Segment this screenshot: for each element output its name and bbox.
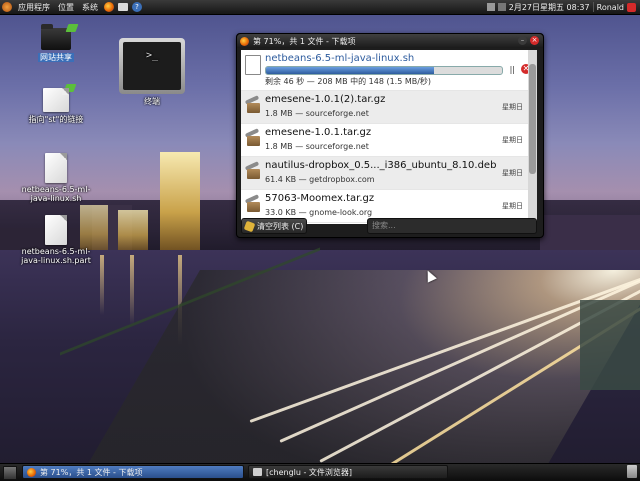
clear-list-label: 清空列表 (C) xyxy=(257,221,304,231)
separator xyxy=(592,2,594,12)
top-panel: 应用程序 位置 系统 ? 2月27日星期五 08:37 Ronald xyxy=(0,0,640,15)
light-reflection xyxy=(100,255,104,315)
tower-building xyxy=(160,152,200,252)
trash-icon[interactable] xyxy=(627,465,637,478)
download-date: 星期日 xyxy=(502,202,523,210)
download-date: 星期日 xyxy=(502,169,523,177)
show-desktop-button[interactable] xyxy=(3,466,17,480)
downloads-search-input[interactable]: 搜索... xyxy=(367,218,537,234)
download-meta: 61.4 KB — getdropbox.com xyxy=(265,175,375,184)
download-status: 剩余 46 秒 — 208 MB 中的 148 (1.5 MB/秒) xyxy=(265,77,432,86)
desktop-icon-terminal[interactable]: >_ 终端 xyxy=(112,38,192,107)
download-meta: 33.0 KB — gnome-look.org xyxy=(265,208,373,217)
download-item[interactable]: emesene-1.0.1.tar.gz 1.8 MB — sourceforg… xyxy=(241,124,537,157)
desktop-icon-netbeans-sh[interactable]: netbeans-6.5-ml-java-linux.sh xyxy=(16,153,96,203)
desktop-icon-st-link[interactable]: 指向"st"的链接 xyxy=(16,84,96,125)
desktop-icon-label: 网站共享 xyxy=(38,53,74,62)
window-title: 第 71%，共 1 文件 - 下载项 xyxy=(253,36,356,46)
scrollbar-thumb[interactable] xyxy=(529,64,536,174)
check-icon xyxy=(63,84,77,92)
download-name: netbeans-6.5-ml-java-linux.sh xyxy=(265,53,415,64)
download-name: emesene-1.0.1.tar.gz xyxy=(265,127,372,138)
ubuntu-logo-icon[interactable] xyxy=(2,2,12,12)
downloads-scrollbar[interactable] xyxy=(528,50,537,224)
package-icon xyxy=(244,95,261,114)
mail-icon[interactable] xyxy=(118,3,128,11)
user-name[interactable]: Ronald xyxy=(597,3,624,12)
download-date: 星期日 xyxy=(502,103,523,111)
firefox-icon xyxy=(27,467,36,477)
pier xyxy=(580,300,640,390)
package-icon xyxy=(244,194,261,213)
menu-applications[interactable]: 应用程序 xyxy=(14,2,54,13)
file-icon xyxy=(45,215,67,245)
network-icon[interactable] xyxy=(486,3,495,11)
progress-fill xyxy=(266,67,434,74)
download-item[interactable]: emesene-1.0.1(2).tar.gz 1.8 MB — sourcef… xyxy=(241,91,537,124)
desktop-icon-label: 终端 xyxy=(144,97,160,106)
download-name: emesene-1.0.1(2).tar.gz xyxy=(265,94,386,105)
help-icon[interactable]: ? xyxy=(132,2,142,12)
file-icon xyxy=(43,84,77,112)
close-button[interactable]: × xyxy=(530,36,539,45)
desktop-icon-label: netbeans-6.5-ml-java-linux.sh xyxy=(21,185,91,203)
download-name: nautilus-dropbox_0.5..._i386_ubuntu_8.10… xyxy=(265,160,497,171)
task-label: 第 71%，共 1 文件 - 下载项 xyxy=(40,467,143,477)
download-item-active[interactable]: netbeans-6.5-ml-java-linux.sh || ✕ 剩余 46… xyxy=(241,50,537,91)
downloads-list[interactable]: netbeans-6.5-ml-java-linux.sh || ✕ 剩余 46… xyxy=(241,50,537,224)
tower-building xyxy=(118,210,148,252)
package-icon xyxy=(244,161,261,180)
download-meta: 1.8 MB — sourceforge.net xyxy=(265,142,369,151)
check-icon xyxy=(65,24,79,32)
terminal-icon: >_ xyxy=(119,38,185,94)
download-progress-bar xyxy=(265,66,503,75)
window-titlebar[interactable]: 第 71%，共 1 文件 - 下载项 – × xyxy=(237,34,543,48)
clock[interactable]: 2月27日星期五 08:37 xyxy=(509,2,590,13)
broom-icon xyxy=(243,220,256,232)
desktop-icon-web-share[interactable]: 网站共享 xyxy=(16,24,96,63)
firefox-icon xyxy=(240,36,249,46)
package-icon xyxy=(244,128,261,147)
downloads-window[interactable]: 第 71%，共 1 文件 - 下载项 – × netbeans-6.5-ml-j… xyxy=(236,33,544,238)
file-manager-icon xyxy=(253,468,262,476)
window-controls: – × xyxy=(518,36,539,45)
building xyxy=(540,215,640,255)
download-item[interactable]: nautilus-dropbox_0.5..._i386_ubuntu_8.10… xyxy=(241,157,537,190)
folder-icon xyxy=(41,24,79,50)
light-reflection xyxy=(130,255,134,325)
taskbar-item-downloads[interactable]: 第 71%，共 1 文件 - 下载项 xyxy=(22,465,244,479)
download-name: 57063-Moomex.tar.gz xyxy=(265,193,375,204)
taskbar-item-file-browser[interactable]: [chenglu - 文件浏览器] xyxy=(248,465,448,479)
bottom-panel: 第 71%，共 1 文件 - 下载项 [chenglu - 文件浏览器] xyxy=(0,463,640,481)
panel-tray: 2月27日星期五 08:37 Ronald xyxy=(486,0,640,14)
desktop-icon-label: netbeans-6.5-ml-java-linux.sh.part xyxy=(21,247,91,265)
file-icon xyxy=(45,153,67,183)
menu-system[interactable]: 系统 xyxy=(78,2,102,13)
downloads-toolbar: 清空列表 (C) 搜索... xyxy=(241,218,537,236)
firefox-icon[interactable] xyxy=(104,2,114,12)
download-meta: 1.8 MB — sourceforge.net xyxy=(265,109,369,118)
clear-list-button[interactable]: 清空列表 (C) xyxy=(241,218,307,234)
shutdown-icon[interactable] xyxy=(627,2,636,12)
task-label: [chenglu - 文件浏览器] xyxy=(266,467,353,477)
pause-icon[interactable]: || xyxy=(510,65,515,74)
file-icon xyxy=(245,55,261,75)
menu-places[interactable]: 位置 xyxy=(54,2,78,13)
desktop-icon-netbeans-part[interactable]: netbeans-6.5-ml-java-linux.sh.part xyxy=(16,215,96,265)
mute-icon[interactable] xyxy=(497,3,506,11)
minimize-button[interactable]: – xyxy=(518,36,527,45)
download-date: 星期日 xyxy=(502,136,523,144)
desktop-icon-label: 指向"st"的链接 xyxy=(28,115,84,124)
